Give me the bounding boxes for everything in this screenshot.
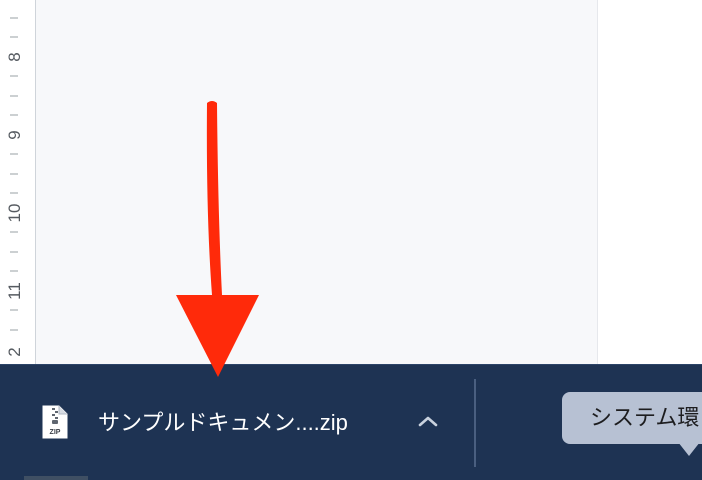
vertical-ruler: 8 9 10 11 2 [0,0,36,364]
tooltip-text: システム環 [590,405,700,430]
side-panel [598,0,702,364]
screen: 8 9 10 11 2 ZIP サンプルドキュメン....zip システム環 [0,0,702,480]
download-bar-divider [474,379,476,467]
bottom-strip [24,476,88,480]
document-canvas[interactable] [0,0,598,364]
zip-label: ZIP [50,429,61,436]
download-menu-button[interactable] [410,403,446,439]
ruler-label-12: 2 [5,347,24,357]
download-file-name: サンプルドキュメン....zip [98,410,348,435]
ruler-label-10: 10 [5,203,24,223]
ruler-label-8: 8 [5,52,24,62]
chevron-up-icon [418,416,438,427]
ruler-label-9: 9 [5,130,24,140]
zip-file-icon: ZIP [42,405,68,439]
download-item[interactable]: ZIP サンプルドキュメン....zip [22,385,462,457]
ruler-label-11: 11 [5,282,24,300]
tooltip: システム環 [562,392,702,444]
tooltip-tail [678,442,700,456]
